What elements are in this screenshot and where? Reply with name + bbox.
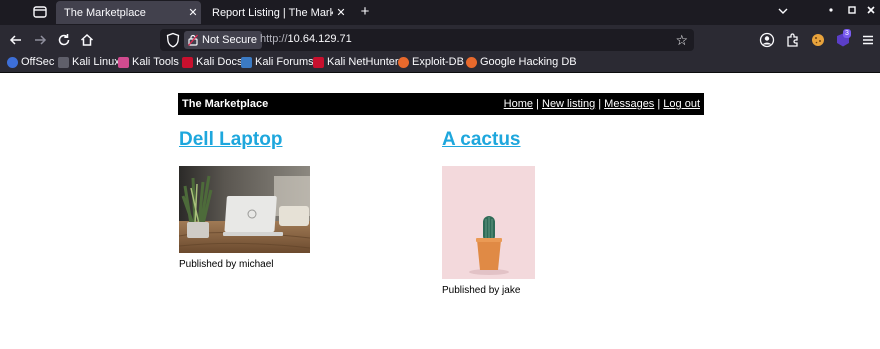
home-icon[interactable] [79, 32, 95, 48]
bookmark-kali-linux[interactable]: Kali Linux [58, 56, 120, 68]
bookmarks-toolbar: OffSec Kali Linux Kali Tools Kali Docs K… [0, 55, 880, 73]
bookmark-offsec[interactable]: OffSec [7, 56, 54, 68]
tab-title: The Marketplace [64, 6, 146, 19]
bookmark-label: Google Hacking DB [480, 56, 577, 68]
tab-title: Report Listing | The Marketpl [212, 6, 333, 19]
close-tab-icon[interactable]: ✕ [185, 6, 201, 19]
bookmark-kali-forums[interactable]: Kali Forums [241, 56, 314, 68]
nav-messages-link[interactable]: Messages [604, 98, 654, 110]
not-secure-indicator[interactable]: Not Secure [184, 31, 263, 49]
listing-publisher: Published by jake [442, 285, 521, 296]
listing-title: Dell Laptop [179, 129, 379, 151]
bookmark-label: Kali Linux [72, 56, 120, 68]
bookmark-label: Kali Forums [255, 56, 314, 68]
kali-dragon-icon [58, 56, 69, 68]
maximize-icon[interactable] [845, 5, 859, 20]
nav-separator: | [598, 98, 602, 110]
web-page: The Marketplace Home | New listing | Mes… [0, 74, 880, 349]
bookmark-star-icon[interactable]: ☆ [675, 31, 688, 49]
nav-new-listing-link[interactable]: New listing [542, 98, 595, 110]
url-bar[interactable]: Not Secure http://10.64.129.71 ☆ [160, 29, 694, 51]
tab-list-chevron-icon[interactable] [776, 5, 790, 22]
kali-docs-icon [182, 56, 193, 68]
listing-card: Dell Laptop Published by michael [179, 129, 379, 279]
kali-nethunter-icon [313, 56, 324, 68]
browser-tab-bar: The Marketplace ✕ Report Listing | The M… [0, 0, 880, 25]
nav-home-link[interactable]: Home [504, 98, 533, 110]
url-host: 10.64.129.71 [287, 33, 352, 45]
bookmark-label: Kali Docs [196, 56, 243, 68]
site-title: The Marketplace [182, 98, 269, 110]
tracking-protection-shield-icon[interactable] [166, 32, 180, 48]
url-scheme: http:// [260, 33, 288, 45]
nav-separator: | [536, 98, 539, 110]
tab-the-marketplace[interactable]: The Marketplace ✕ [56, 1, 201, 24]
bookmark-kali-tools[interactable]: Kali Tools [118, 56, 179, 68]
close-tab-icon[interactable]: ✕ [333, 6, 349, 19]
google-hacking-db-icon [466, 56, 477, 68]
bookmark-google-hacking-db[interactable]: Google Hacking DB [466, 56, 577, 68]
listing-card: A cactus Published by jake [442, 129, 642, 304]
forward-arrow-icon[interactable] [32, 32, 48, 48]
bookmark-label: Exploit-DB [412, 56, 464, 68]
listing-publisher: Published by michael [179, 259, 274, 270]
close-window-icon[interactable] [864, 5, 878, 20]
bookmark-label: Kali NetHunter [327, 56, 399, 68]
back-arrow-icon[interactable] [8, 32, 24, 48]
laptop-listing-image[interactable] [179, 166, 310, 253]
cactus-listing-image[interactable] [442, 166, 535, 279]
tab-report-listing[interactable]: Report Listing | The Marketpl ✕ [204, 1, 349, 24]
kali-forums-icon [241, 56, 252, 68]
offsec-icon [7, 56, 18, 68]
bookmark-label: Kali Tools [132, 56, 179, 68]
url-text[interactable]: http://10.64.129.71 [260, 33, 352, 45]
bookmark-kali-docs[interactable]: Kali Docs [182, 56, 242, 68]
cookie-extension-icon[interactable] [810, 32, 826, 48]
site-nav: Home | New listing | Messages | Log out [504, 98, 700, 110]
browser-navigation-bar: Not Secure http://10.64.129.71 ☆ 3 [0, 25, 880, 55]
account-icon[interactable] [759, 32, 775, 48]
listing-title-link[interactable]: A cactus [442, 129, 521, 150]
minimize-icon[interactable] [824, 5, 838, 20]
tab-list-icon[interactable] [32, 4, 48, 20]
nav-separator: | [657, 98, 661, 110]
listing-title-link[interactable]: Dell Laptop [179, 129, 282, 150]
insecure-lock-icon [188, 34, 198, 46]
nav-log-out-link[interactable]: Log out [663, 98, 700, 110]
kali-tools-icon [118, 56, 129, 68]
site-header: The Marketplace Home | New listing | Mes… [178, 93, 704, 115]
new-tab-plus-icon[interactable]: + [356, 3, 374, 21]
bookmark-exploit-db[interactable]: Exploit-DB [398, 56, 464, 68]
extension-badge-count: 3 [843, 29, 851, 38]
extension-badge-icon[interactable]: 3 [835, 29, 851, 48]
bookmark-label: OffSec [21, 56, 55, 68]
menu-hamburger-icon[interactable] [860, 32, 876, 48]
bookmark-kali-nethunter[interactable]: Kali NetHunter [313, 56, 399, 68]
reload-icon[interactable] [56, 32, 72, 48]
not-secure-label: Not Secure [202, 34, 258, 46]
exploit-db-icon [398, 56, 409, 68]
listing-title: A cactus [442, 129, 642, 151]
extensions-puzzle-icon[interactable] [785, 32, 801, 48]
